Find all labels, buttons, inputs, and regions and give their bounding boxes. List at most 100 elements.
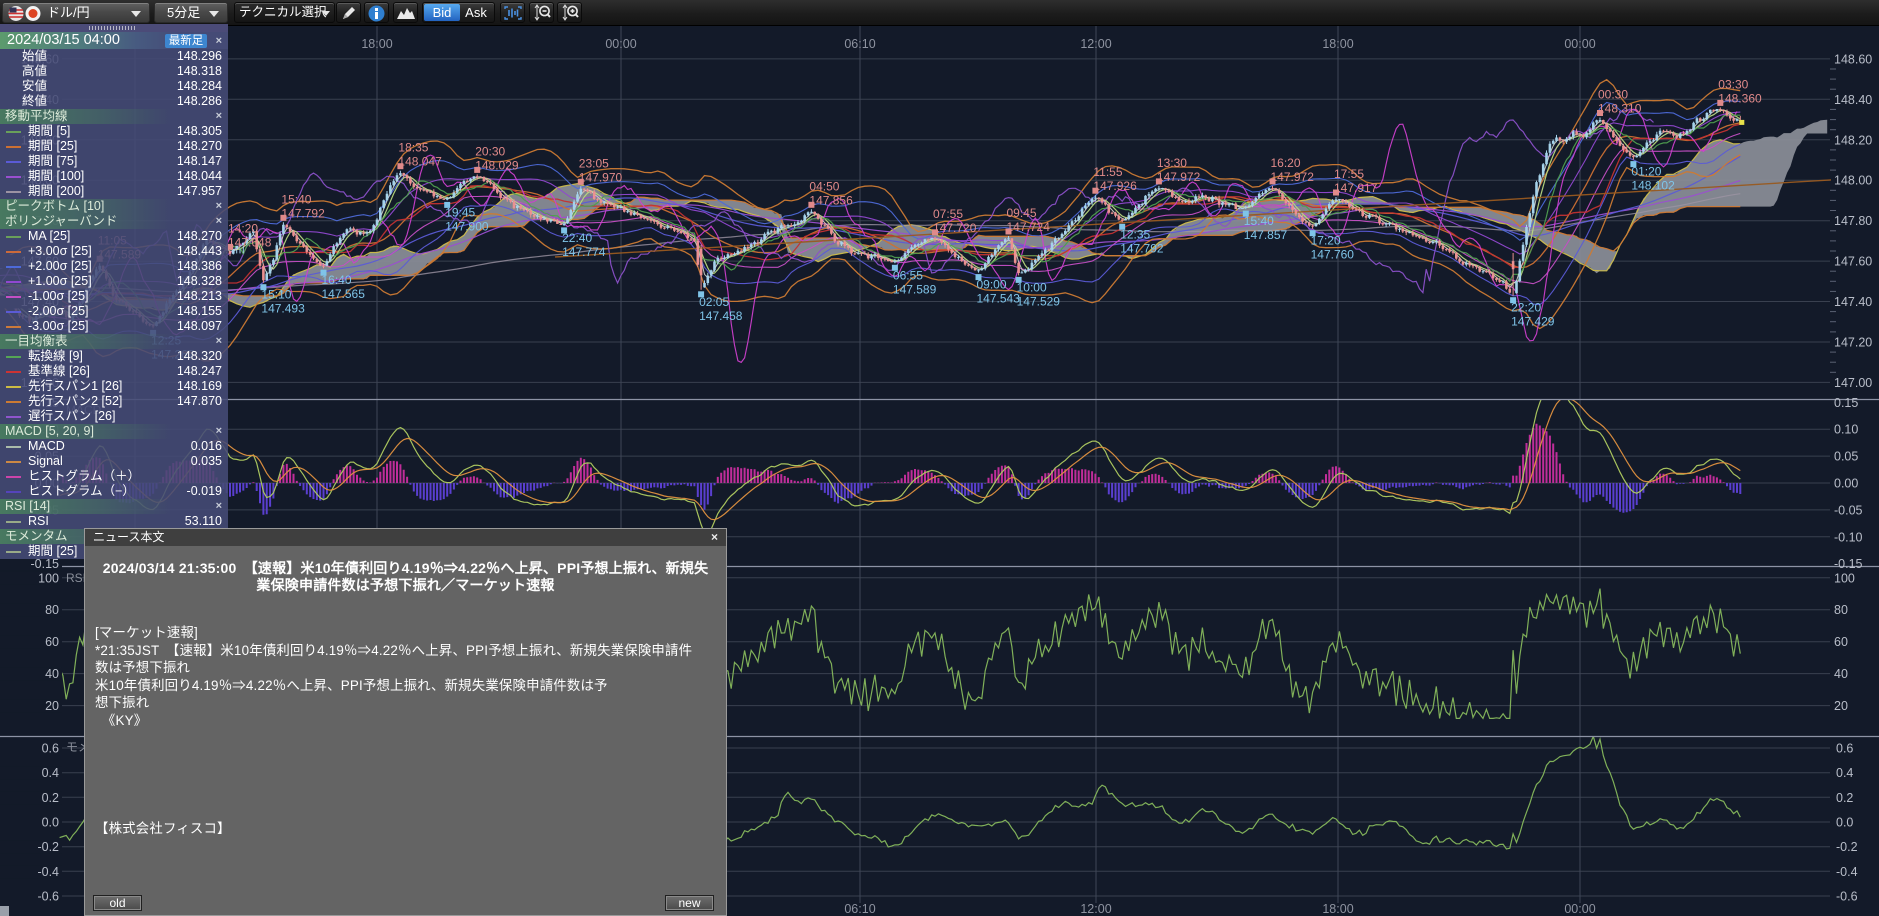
- svg-text:23:05: 23:05: [579, 156, 609, 170]
- svg-text:00:00: 00:00: [1564, 902, 1595, 916]
- svg-text:06:10: 06:10: [844, 902, 875, 916]
- svg-text:-0.4: -0.4: [1836, 865, 1858, 879]
- svg-text:147.565: 147.565: [322, 287, 366, 301]
- svg-text:07:55: 07:55: [933, 207, 963, 221]
- svg-text:148.047: 148.047: [398, 155, 442, 169]
- svg-text:14:20: 14:20: [228, 221, 258, 235]
- svg-text:0.4: 0.4: [1836, 766, 1853, 780]
- svg-text:09:45: 09:45: [1007, 206, 1037, 220]
- svg-text:147.00: 147.00: [1834, 376, 1872, 390]
- svg-text:12:00: 12:00: [1080, 902, 1111, 916]
- svg-text:-0.15: -0.15: [1834, 557, 1863, 571]
- svg-text:20: 20: [45, 699, 59, 713]
- svg-text:17:55: 17:55: [1334, 167, 1364, 181]
- svg-text:148.310: 148.310: [1598, 102, 1642, 116]
- svg-text:13:30: 13:30: [1157, 156, 1187, 170]
- svg-text:147.458: 147.458: [699, 309, 743, 323]
- svg-text:147.648: 147.648: [228, 235, 272, 249]
- svg-text:148.60: 148.60: [1834, 52, 1872, 66]
- svg-text:147.543: 147.543: [977, 292, 1021, 306]
- svg-text:148.360: 148.360: [1718, 91, 1762, 105]
- svg-text:147.720: 147.720: [933, 221, 977, 235]
- svg-text:0.2: 0.2: [42, 791, 59, 805]
- svg-text:147.917: 147.917: [1334, 181, 1378, 195]
- svg-text:10:00: 10:00: [1017, 280, 1047, 294]
- svg-text:00:00: 00:00: [605, 37, 636, 51]
- svg-text:02:05: 02:05: [699, 295, 729, 309]
- svg-text:147.792: 147.792: [281, 206, 325, 220]
- svg-text:12:00: 12:00: [1080, 37, 1111, 51]
- svg-text:147.972: 147.972: [1157, 170, 1201, 184]
- svg-text:20:30: 20:30: [475, 144, 505, 158]
- svg-text:15:40: 15:40: [1244, 214, 1274, 228]
- svg-text:0.15: 0.15: [1834, 396, 1858, 410]
- svg-text:147.60: 147.60: [1834, 255, 1872, 269]
- svg-text:-0.2: -0.2: [1836, 840, 1858, 854]
- svg-text:16:40: 16:40: [322, 273, 352, 287]
- svg-text:148.102: 148.102: [1631, 179, 1675, 193]
- svg-text:147.529: 147.529: [1017, 294, 1061, 308]
- svg-text:147.493: 147.493: [261, 302, 305, 316]
- svg-text:-0.4: -0.4: [37, 865, 59, 879]
- svg-text:147.926: 147.926: [1093, 179, 1137, 193]
- svg-text:147.972: 147.972: [1271, 170, 1315, 184]
- svg-text:22:20: 22:20: [1511, 301, 1541, 315]
- svg-text:18:35: 18:35: [398, 141, 428, 155]
- svg-text:RSI: RSI: [66, 571, 86, 585]
- svg-text:04:50: 04:50: [809, 179, 839, 193]
- svg-text:22:40: 22:40: [562, 231, 592, 245]
- svg-text:147.856: 147.856: [809, 193, 853, 207]
- svg-text:19:45: 19:45: [445, 205, 475, 219]
- svg-text:40: 40: [45, 667, 59, 681]
- svg-text:60: 60: [45, 635, 59, 649]
- svg-text:80: 80: [1834, 603, 1848, 617]
- svg-text:100: 100: [38, 571, 59, 585]
- svg-text:06:55: 06:55: [893, 268, 923, 282]
- svg-text:00:30: 00:30: [1598, 88, 1628, 102]
- svg-text:-0.10: -0.10: [1834, 530, 1863, 544]
- svg-text:18:00: 18:00: [1322, 902, 1353, 916]
- svg-text:80: 80: [45, 603, 59, 617]
- svg-text:60: 60: [1834, 635, 1848, 649]
- svg-text:-0.6: -0.6: [1836, 890, 1858, 904]
- svg-text:-0.15: -0.15: [31, 557, 60, 571]
- svg-text:147.589: 147.589: [893, 282, 937, 296]
- svg-text:147.80: 147.80: [1834, 214, 1872, 228]
- svg-text:148.029: 148.029: [475, 158, 519, 172]
- svg-text:100: 100: [1834, 571, 1855, 585]
- svg-text:147.792: 147.792: [1120, 241, 1164, 255]
- svg-text:0.00: 0.00: [1834, 477, 1858, 491]
- svg-text:17:20: 17:20: [1311, 234, 1341, 248]
- svg-text:0.6: 0.6: [1836, 742, 1853, 756]
- svg-text:15:10: 15:10: [261, 288, 291, 302]
- svg-text:0.10: 0.10: [1834, 423, 1858, 437]
- svg-text:147.760: 147.760: [1311, 248, 1355, 262]
- svg-text:147.774: 147.774: [562, 245, 606, 259]
- svg-text:147.970: 147.970: [579, 170, 623, 184]
- svg-text:0.6: 0.6: [42, 742, 59, 756]
- svg-text:0.0: 0.0: [42, 816, 59, 830]
- svg-text:147.20: 147.20: [1834, 336, 1872, 350]
- svg-text:147.900: 147.900: [445, 219, 489, 233]
- svg-text:147.429: 147.429: [1511, 315, 1555, 329]
- svg-text:148.00: 148.00: [1834, 174, 1872, 188]
- svg-text:40: 40: [1834, 667, 1848, 681]
- svg-text:09:00: 09:00: [977, 278, 1007, 292]
- svg-text:20: 20: [1834, 699, 1848, 713]
- svg-text:01:20: 01:20: [1631, 165, 1661, 179]
- svg-text:148.40: 148.40: [1834, 93, 1872, 107]
- svg-text:18:00: 18:00: [1322, 37, 1353, 51]
- svg-text:0.4: 0.4: [42, 766, 59, 780]
- svg-text:147.724: 147.724: [1007, 220, 1051, 234]
- svg-text:148.20: 148.20: [1834, 133, 1872, 147]
- svg-text:0.0: 0.0: [1836, 816, 1853, 830]
- svg-text:147.40: 147.40: [1834, 295, 1872, 309]
- svg-text:12:35: 12:35: [1120, 227, 1150, 241]
- svg-text:-0.05: -0.05: [1834, 503, 1863, 517]
- svg-text:147.857: 147.857: [1244, 228, 1288, 242]
- svg-text:-0.2: -0.2: [37, 840, 59, 854]
- svg-text:18:00: 18:00: [361, 37, 392, 51]
- svg-text:06:10: 06:10: [844, 37, 875, 51]
- svg-text:03:30: 03:30: [1718, 77, 1748, 91]
- svg-text:15:40: 15:40: [281, 192, 311, 206]
